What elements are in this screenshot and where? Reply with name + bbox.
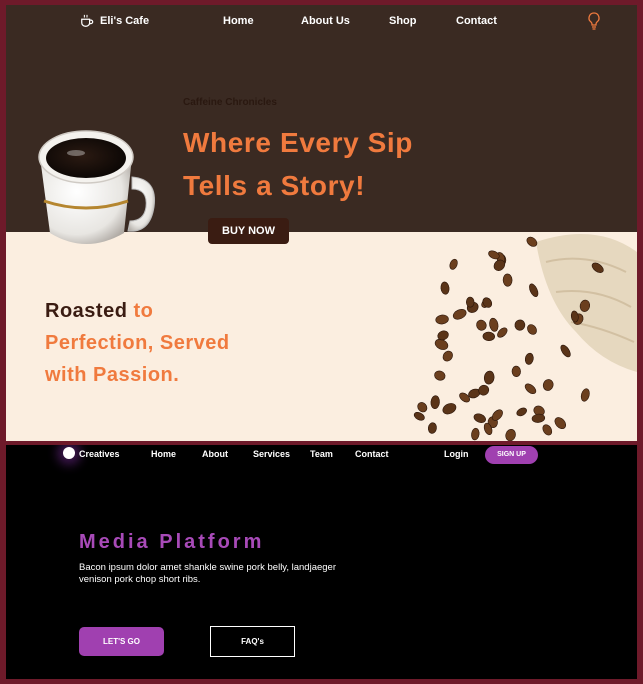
- coffee-bean: [471, 427, 480, 441]
- coffee-bean: [554, 417, 567, 430]
- coffee-cup-icon: [81, 14, 94, 27]
- coffee-bean: [505, 428, 516, 441]
- creatives-nav-contact[interactable]: Contact: [355, 449, 389, 459]
- creatives-hero: Creatives Home About Services Team Conta…: [6, 445, 637, 679]
- coffee-bean: [427, 422, 437, 434]
- coffee-bean: [511, 365, 521, 377]
- coffee-bean: [489, 317, 499, 332]
- faq-button[interactable]: FAQ's: [210, 626, 295, 657]
- coffee-bean: [526, 236, 538, 247]
- cafe-hero: Eli's Cafe Home About Us Shop Contact Ca…: [6, 5, 637, 441]
- cafe-nav-about[interactable]: About Us: [301, 15, 350, 27]
- coffee-bean: [473, 413, 486, 423]
- coffee-bean: [531, 413, 546, 423]
- coffee-bean: [580, 388, 590, 402]
- coffee-bean: [560, 344, 571, 358]
- creatives-nav-team[interactable]: Team: [310, 449, 333, 459]
- hero-kicker: Caffeine Chronicles: [183, 97, 277, 108]
- buy-now-button[interactable]: BUY NOW: [208, 218, 289, 244]
- coffee-bean: [417, 402, 428, 413]
- coffee-bean: [430, 395, 440, 409]
- tagline-line3: with Passion.: [45, 364, 180, 386]
- creatives-title: Media Platform: [79, 531, 265, 553]
- creatives-logo-icon: [63, 447, 75, 459]
- cafe-brand-name: Eli's Cafe: [100, 15, 150, 27]
- creatives-login-link[interactable]: Login: [444, 449, 469, 459]
- coffee-bean: [413, 411, 425, 421]
- cafe-nav-shop[interactable]: Shop: [389, 15, 417, 27]
- coffee-bean: [440, 281, 450, 295]
- hero-tagline: Roasted to Perfection, Served with Passi…: [45, 295, 230, 391]
- coffee-bean: [542, 379, 554, 391]
- coffee-bean: [442, 350, 453, 362]
- cafe-nav-contact[interactable]: Contact: [456, 15, 497, 27]
- creatives-nav-services[interactable]: Services: [253, 449, 290, 459]
- coffee-bean: [524, 383, 537, 395]
- coffee-bean: [434, 370, 446, 381]
- hero-headline-line2: Tells a Story!: [183, 170, 366, 201]
- coffee-bean: [502, 273, 513, 287]
- lets-go-button[interactable]: LET'S GO: [79, 627, 164, 656]
- cafe-brand-link[interactable]: Eli's Cafe: [80, 14, 149, 28]
- creatives-nav-home[interactable]: Home: [151, 449, 176, 459]
- tagline-word-roasted: Roasted: [45, 300, 128, 322]
- coffee-bean: [452, 309, 467, 320]
- creatives-description: Bacon ipsum dolor amet shankle swine por…: [79, 562, 336, 585]
- hero-headline-line1: Where Every Sip: [183, 127, 413, 158]
- coffee-bean: [482, 331, 495, 342]
- coffee-bean: [527, 324, 537, 335]
- coffee-bean: [514, 319, 526, 331]
- coffee-bean: [516, 407, 527, 417]
- creatives-nav-about[interactable]: About: [202, 449, 228, 459]
- cafe-navbar: Eli's Cafe Home About Us Shop Contact: [6, 5, 637, 41]
- coffee-bean: [529, 283, 539, 298]
- coffee-bean: [435, 314, 449, 325]
- page-frame: Eli's Cafe Home About Us Shop Contact Ca…: [0, 0, 643, 684]
- coffee-bean: [476, 319, 487, 331]
- hero-headline: Where Every Sip Tells a Story!: [183, 121, 413, 207]
- creatives-brand-link[interactable]: Creatives: [79, 449, 120, 459]
- cafe-nav-home[interactable]: Home: [223, 15, 254, 27]
- tagline-word-to: to: [133, 300, 154, 322]
- coffee-bean: [449, 258, 458, 270]
- creatives-signup-button[interactable]: SIGN UP: [485, 446, 538, 464]
- coffee-bean: [442, 403, 457, 415]
- coffee-bean: [524, 352, 534, 365]
- coffee-cup-image: [38, 130, 156, 244]
- coffee-bean: [483, 370, 495, 385]
- lightbulb-icon[interactable]: [587, 12, 601, 30]
- coffee-bean: [542, 424, 553, 436]
- coffee-bean: [465, 296, 475, 308]
- coffee-beans-image: [413, 234, 637, 441]
- tagline-line2: Perfection, Served: [45, 332, 230, 354]
